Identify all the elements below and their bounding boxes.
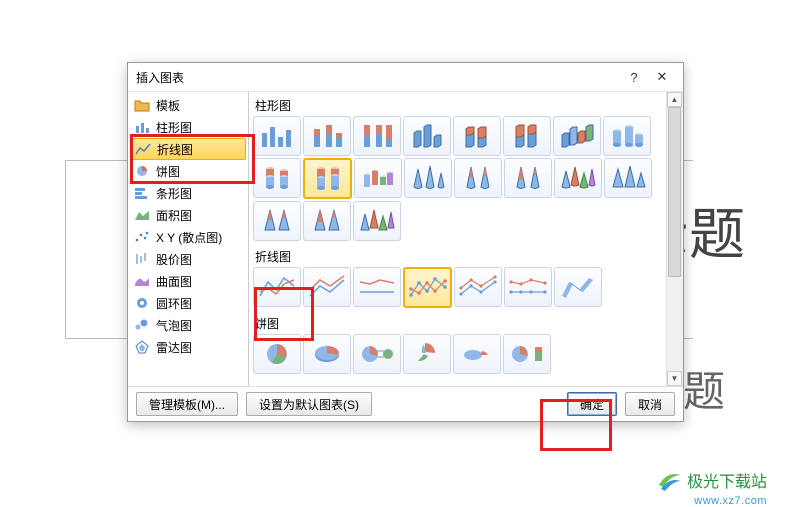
category-label: 面积图 (156, 207, 192, 224)
bubble-chart-icon (134, 318, 150, 332)
thumb-line-stacked-markers[interactable] (454, 267, 502, 307)
watermark-logo: 极光下载站 www.xz7.com (657, 467, 767, 493)
scatter-chart-icon (134, 230, 150, 244)
category-label: 气泡图 (156, 317, 192, 334)
logo-text: 极光下载站 (687, 468, 767, 492)
section-pie-label: 饼图 (251, 312, 666, 334)
thumb-col-3d[interactable] (553, 116, 601, 156)
thumb-cyl-clustered[interactable] (603, 116, 651, 156)
category-scatter[interactable]: X Y (散点图) (128, 226, 248, 248)
category-label: 柱形图 (156, 119, 192, 136)
category-column[interactable]: 柱形图 (128, 116, 248, 138)
thumb-col-3d-100stacked[interactable] (503, 116, 551, 156)
line-thumbs (251, 267, 666, 312)
thumb-col-stacked[interactable] (303, 116, 351, 156)
section-column-label: 柱形图 (251, 94, 666, 116)
scroll-down-button[interactable]: ▼ (667, 371, 682, 386)
category-label: 圆环图 (156, 295, 192, 312)
dialog-titlebar: 插入图表 ? ✕ (128, 63, 683, 92)
category-label: 饼图 (156, 163, 180, 180)
help-button[interactable]: ? (621, 67, 647, 87)
surface-chart-icon (134, 274, 150, 288)
thumb-line-3d[interactable] (554, 267, 602, 307)
bar-chart-icon (134, 186, 150, 200)
category-label: X Y (散点图) (156, 229, 222, 246)
category-sidebar: 模板 柱形图 折线图 饼图 条形图 面积图 (128, 92, 249, 386)
area-chart-icon (134, 208, 150, 222)
logo-url: www.xz7.com (694, 495, 767, 507)
thumb-cone-100stacked[interactable] (504, 158, 552, 198)
category-surface[interactable]: 曲面图 (128, 270, 248, 292)
category-templates[interactable]: 模板 (128, 94, 248, 116)
thumb-pie[interactable] (253, 334, 301, 374)
thumb-pie-3d-exploded[interactable] (453, 334, 501, 374)
category-label: 股价图 (156, 251, 192, 268)
thumb-cone-stacked[interactable] (454, 158, 502, 198)
thumb-line-100stacked[interactable] (353, 267, 401, 307)
dialog-title: 插入图表 (136, 69, 619, 86)
scroll-thumb[interactable] (668, 107, 681, 277)
column-thumbs (251, 116, 666, 245)
thumb-col-clustered[interactable] (253, 116, 301, 156)
section-line-label: 折线图 (251, 245, 666, 267)
close-button[interactable]: ✕ (649, 67, 675, 87)
thumb-col-3d-stacked[interactable] (453, 116, 501, 156)
logo-swoosh-icon (657, 467, 683, 493)
thumb-cyl-3d[interactable] (354, 158, 402, 198)
thumb-pie-of-pie[interactable] (353, 334, 401, 374)
thumb-line-100stacked-markers[interactable] (504, 267, 552, 307)
category-label: 雷达图 (156, 339, 192, 356)
category-stock[interactable]: 股价图 (128, 248, 248, 270)
thumb-pie-exploded[interactable] (403, 334, 451, 374)
category-doughnut[interactable]: 圆环图 (128, 292, 248, 314)
thumb-cyl-100stacked[interactable] (303, 158, 352, 199)
column-chart-icon (134, 120, 150, 134)
category-label: 折线图 (157, 141, 193, 158)
category-pie[interactable]: 饼图 (128, 160, 248, 182)
category-bar[interactable]: 条形图 (128, 182, 248, 204)
category-bubble[interactable]: 气泡图 (128, 314, 248, 336)
ok-button[interactable]: 确定 (567, 392, 617, 416)
cancel-button[interactable]: 取消 (625, 392, 675, 416)
category-area[interactable]: 面积图 (128, 204, 248, 226)
thumb-line-stacked[interactable] (303, 267, 351, 307)
gallery-scrollbar[interactable]: ▲ ▼ (666, 92, 682, 386)
category-label: 模板 (156, 97, 180, 114)
radar-chart-icon (134, 340, 150, 354)
thumb-line[interactable] (253, 267, 301, 307)
background-subtitle-placeholder: 题 (683, 358, 725, 419)
manage-templates-button[interactable]: 管理模板(M)... (136, 392, 238, 416)
thumb-pie-3d[interactable] (303, 334, 351, 374)
thumb-cone-3d[interactable] (554, 158, 602, 198)
category-line[interactable]: 折线图 (130, 138, 246, 160)
thumb-col-3d-clustered[interactable] (403, 116, 451, 156)
insert-chart-dialog: 插入图表 ? ✕ 模板 柱形图 折线图 饼图 条形图 (127, 62, 684, 422)
pie-chart-icon (134, 164, 150, 178)
chart-gallery: 柱形图 (249, 92, 683, 386)
dialog-footer: 管理模板(M)... 设置为默认图表(S) 确定 取消 (128, 386, 683, 421)
thumb-pyr-clustered[interactable] (604, 158, 652, 198)
stock-chart-icon (134, 252, 150, 266)
thumb-cone-clustered[interactable] (404, 158, 452, 198)
thumb-bar-of-pie[interactable] (503, 334, 551, 374)
thumb-pyr-3d[interactable] (353, 201, 401, 241)
category-label: 条形图 (156, 185, 192, 202)
category-radar[interactable]: 雷达图 (128, 336, 248, 358)
thumb-col-100stacked[interactable] (353, 116, 401, 156)
thumb-cyl-stacked[interactable] (253, 158, 301, 198)
pie-thumbs (251, 334, 666, 378)
thumb-line-markers[interactable] (403, 267, 452, 308)
line-chart-icon (135, 142, 151, 156)
category-label: 曲面图 (156, 273, 192, 290)
thumb-pyr-stacked[interactable] (253, 201, 301, 241)
thumb-pyr-100stacked[interactable] (303, 201, 351, 241)
set-default-button[interactable]: 设置为默认图表(S) (246, 392, 372, 416)
scroll-up-button[interactable]: ▲ (667, 92, 682, 107)
doughnut-chart-icon (134, 296, 150, 310)
scroll-track[interactable] (667, 107, 682, 371)
folder-icon (134, 98, 150, 112)
